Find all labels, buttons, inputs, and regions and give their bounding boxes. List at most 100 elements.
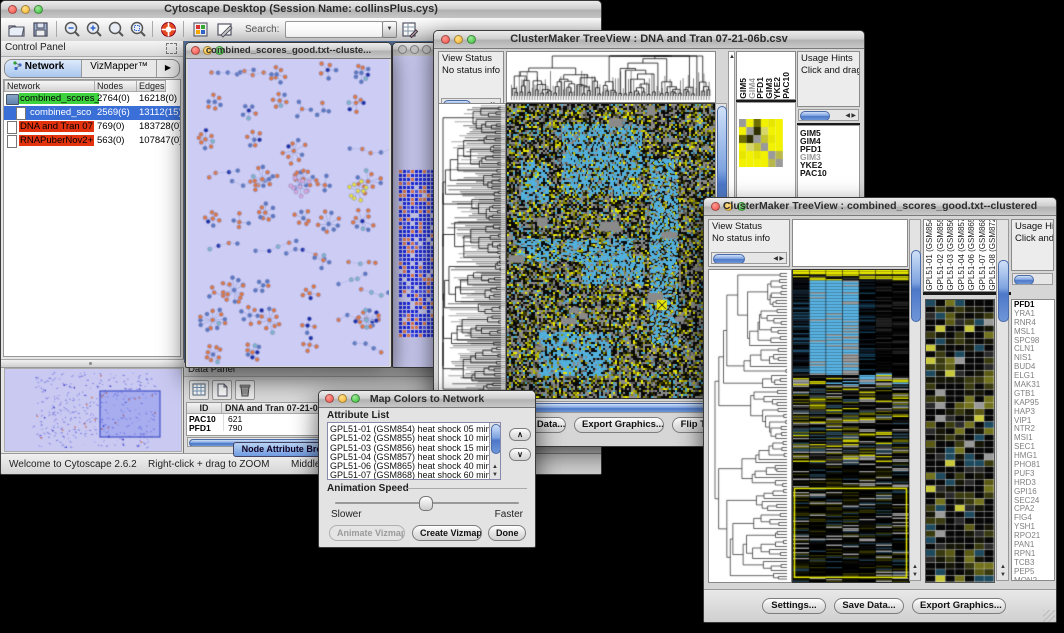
attribute-list-scrollbar[interactable]: ▲▼: [489, 423, 500, 479]
tv1-row-label[interactable]: GIM5: [798, 128, 859, 136]
tv1-row-label[interactable]: PFD1: [798, 144, 859, 152]
close-icon[interactable]: [398, 45, 407, 54]
gene-label[interactable]: PAN1: [1012, 540, 1054, 549]
done-button[interactable]: Done: [488, 525, 526, 541]
move-up-button[interactable]: ∧: [509, 428, 531, 441]
annotation-icon[interactable]: [215, 20, 234, 39]
gene-label[interactable]: HRD3: [1012, 478, 1054, 487]
gene-label[interactable]: CLN1: [1012, 344, 1054, 353]
gene-label[interactable]: GTB1: [1012, 389, 1054, 398]
panel-splitter[interactable]: [1, 359, 184, 368]
gene-label[interactable]: VIP1: [1012, 416, 1054, 425]
network-row[interactable]: combined_scores_2764(0)16218(0): [4, 92, 180, 106]
main-titlebar[interactable]: Cytoscape Desktop (Session Name: collins…: [1, 1, 601, 19]
speed-slider-thumb[interactable]: [419, 496, 433, 511]
delete-attribute-icon[interactable]: [235, 380, 255, 400]
gene-label[interactable]: BUD4: [1012, 362, 1054, 371]
attribute-item[interactable]: GPL51-06 (GSM865) heat shock 40 min: [328, 461, 500, 470]
gene-label[interactable]: RPN1: [1012, 549, 1054, 558]
tv1-heatmap[interactable]: [506, 103, 716, 399]
save-session-icon[interactable]: [31, 20, 50, 39]
gene-label[interactable]: SPC98: [1012, 336, 1054, 345]
gene-label[interactable]: MAK31: [1012, 380, 1054, 389]
tv1-row-label[interactable]: GIM4: [798, 136, 859, 144]
new-attribute-icon[interactable]: [212, 380, 232, 400]
gene-label[interactable]: ELG1: [1012, 371, 1054, 380]
gene-label[interactable]: RNR4: [1012, 318, 1054, 327]
gene-label[interactable]: FIG4: [1012, 513, 1054, 522]
zoom-out-icon[interactable]: [63, 20, 82, 39]
col-edges[interactable]: Edges: [137, 80, 166, 92]
tab-network[interactable]: Network: [5, 60, 82, 77]
tv1-row-dendrogram[interactable]: [438, 103, 506, 399]
gene-label[interactable]: MSI1: [1012, 433, 1054, 442]
gene-label[interactable]: YRA1: [1012, 309, 1054, 318]
zoom-selected-icon[interactable]: [129, 20, 148, 39]
network1-titlebar[interactable]: combined_scores_good.txt--cluste...: [186, 43, 391, 59]
node-palette-icon[interactable]: [191, 20, 210, 39]
tv1-column-dendrogram[interactable]: [506, 51, 716, 103]
create-vizmap-button[interactable]: Create Vizmap: [412, 525, 482, 541]
tv2-right-vscrollbar[interactable]: ▲▼: [996, 219, 1009, 581]
gene-label[interactable]: PHO81: [1012, 460, 1054, 469]
network-row[interactable]: RNAPuberNov2+563(0)107847(0): [4, 134, 180, 148]
attribute-table-icon[interactable]: [400, 20, 419, 39]
data-col-id[interactable]: ID: [187, 403, 222, 414]
attribute-item[interactable]: GPL51-04 (GSM857) heat shock 20 min: [328, 452, 500, 461]
gene-label[interactable]: NIS1: [1012, 353, 1054, 362]
animate-vizmap-button[interactable]: Animate Vizmap: [329, 525, 405, 541]
tv1-row-label[interactable]: YKE2: [798, 160, 859, 168]
gene-label[interactable]: PFD1: [1012, 300, 1054, 309]
zoom-in-icon[interactable]: [85, 20, 104, 39]
tv2-mid-vscrollbar[interactable]: ▲▼: [909, 219, 921, 581]
tv2-zoom-heatmap[interactable]: [925, 299, 995, 583]
attribute-item[interactable]: GPL51-03 (GSM856) heat shock 15 min: [328, 443, 500, 452]
network-overview-canvas[interactable]: [4, 368, 182, 452]
network-row[interactable]: combined_sco2569(6)13112(15): [4, 106, 180, 120]
network-name[interactable]: RNAPuberNov2+: [19, 135, 94, 146]
gene-label[interactable]: HAP3: [1012, 407, 1054, 416]
move-down-button[interactable]: ∨: [509, 448, 531, 461]
tv2-global-heatmap[interactable]: [792, 269, 910, 583]
tv1-row-label[interactable]: GIM3: [798, 152, 859, 160]
gene-label[interactable]: RPO21: [1012, 531, 1054, 540]
gene-label[interactable]: NTR2: [1012, 424, 1054, 433]
gene-label[interactable]: YSH1: [1012, 522, 1054, 531]
gene-label[interactable]: MON2: [1012, 576, 1054, 581]
tv2-status-scrollbar[interactable]: ◀▶: [711, 252, 787, 264]
search-dropdown-icon[interactable]: ▼: [382, 21, 397, 38]
gene-label[interactable]: CPA2: [1012, 504, 1054, 513]
settings-button[interactable]: Settings...: [762, 598, 826, 614]
zoom-fit-icon[interactable]: [107, 20, 126, 39]
network-name[interactable]: combined_sco: [29, 107, 92, 118]
network-name[interactable]: DNA and Tran 07: [19, 121, 94, 132]
gene-label[interactable]: HMG1: [1012, 451, 1054, 460]
treeview1-titlebar[interactable]: ClusterMaker TreeView : DNA and Tran 07-…: [434, 31, 864, 49]
network-name[interactable]: combined_scores_: [19, 93, 99, 104]
dialog-titlebar[interactable]: Map Colors to Network: [319, 391, 535, 408]
tv2-usage-scrollbar[interactable]: [1012, 273, 1053, 285]
gene-label[interactable]: SEC1: [1012, 442, 1054, 451]
export-graphics-button[interactable]: Export Graphics...: [574, 417, 664, 433]
attribute-list[interactable]: GPL51-01 (GSM854) heat shock 05 min GPL51…: [327, 422, 501, 480]
resize-grip[interactable]: [1043, 610, 1055, 622]
help-ring-icon[interactable]: [159, 20, 178, 39]
tab-vizmapper[interactable]: VizMapper™: [82, 60, 157, 77]
tv2-row-dendrogram[interactable]: [708, 269, 792, 583]
gene-label[interactable]: MSL1: [1012, 327, 1054, 336]
search-input[interactable]: [285, 21, 383, 38]
attribute-item[interactable]: GPL51-01 (GSM854) heat shock 05 min: [328, 424, 500, 433]
gene-label[interactable]: PEP5: [1012, 567, 1054, 576]
treeview2-titlebar[interactable]: ClusterMaker TreeView : combined_scores_…: [704, 198, 1056, 216]
network-view-canvas[interactable]: [188, 59, 389, 366]
minimize-icon[interactable]: [410, 45, 419, 54]
tab-overflow-arrow-icon[interactable]: ▶: [157, 60, 179, 77]
float-panel-icon[interactable]: [166, 43, 177, 54]
col-network[interactable]: Network: [4, 80, 95, 92]
attribute-item[interactable]: GPL51-07 (GSM868) heat shock 60 min: [328, 470, 500, 479]
gene-label[interactable]: SEC24: [1012, 496, 1054, 505]
save-data-button[interactable]: Save Data...: [834, 598, 904, 614]
gene-label[interactable]: GPI16: [1012, 487, 1054, 496]
tv1-usage-scrollbar[interactable]: ◀▶: [798, 109, 859, 121]
zoom-window-icon[interactable]: [422, 45, 431, 54]
